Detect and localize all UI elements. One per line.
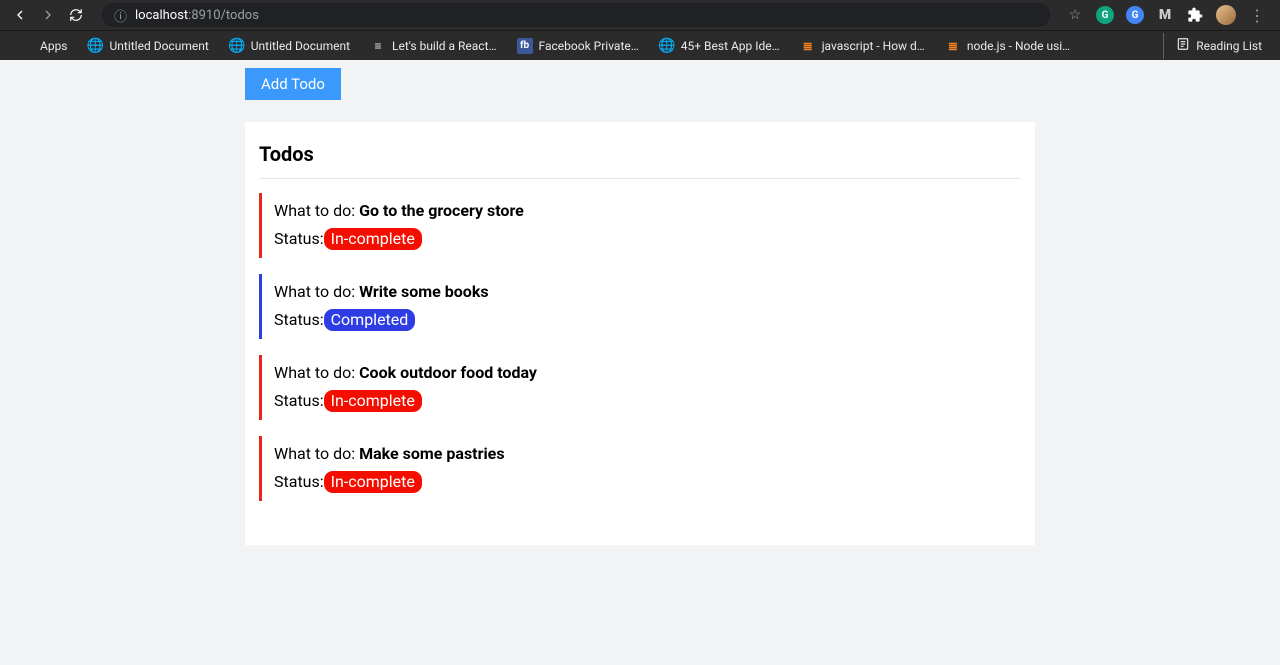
profile-avatar[interactable] (1216, 5, 1236, 25)
reading-list-icon (1176, 37, 1190, 55)
status-badge: In-complete (324, 471, 422, 493)
todo-status-label: Status: (274, 229, 324, 248)
todo-what-line: What to do: Go to the grocery store (274, 199, 1021, 220)
todos-card: Todos What to do: Go to the grocery stor… (245, 122, 1035, 545)
reload-button[interactable] (66, 5, 86, 25)
bookmark-item[interactable]: ≡ Let's build a React… (362, 34, 505, 58)
globe-icon: 🌐 (229, 38, 245, 54)
todo-title: Write some books (359, 282, 489, 301)
facebook-icon: fb (517, 38, 533, 54)
bookmarks-bar: Apps 🌐 Untitled Document 🌐 Untitled Docu… (0, 30, 1280, 60)
extension-gtranslate-icon[interactable]: G (1126, 6, 1144, 24)
bookmark-item[interactable]: 🌐 Untitled Document (221, 34, 358, 58)
page-content: Add Todo Todos What to do: Go to the gro… (0, 60, 1280, 575)
todo-item: What to do: Cook outdoor food today Statu… (259, 355, 1021, 420)
todo-what-line: What to do: Cook outdoor food today (274, 361, 1021, 382)
apps-icon (18, 38, 34, 54)
todo-item: What to do: Make some pastries Status:In-… (259, 436, 1021, 501)
todo-title: Go to the grocery store (359, 201, 524, 220)
todos-list: What to do: Go to the grocery store Statu… (259, 193, 1021, 501)
todo-what-label: What to do: (274, 201, 359, 220)
todo-item: What to do: Go to the grocery store Statu… (259, 193, 1021, 258)
todo-status-line: Status:In-complete (274, 228, 1021, 250)
todo-title: Make some pastries (359, 444, 504, 463)
forward-button[interactable] (38, 5, 58, 25)
apps-label: Apps (40, 39, 68, 53)
url-text: localhost:8910/todos (135, 8, 259, 23)
todo-status-label: Status: (274, 472, 324, 491)
chrome-menu-icon[interactable]: ⋮ (1248, 6, 1266, 24)
reading-list-button[interactable]: Reading List (1163, 33, 1270, 59)
status-badge: Completed (324, 309, 416, 331)
address-bar[interactable]: ⓘ localhost:8910/todos (102, 3, 1050, 27)
stackoverflow-icon: ≣ (945, 38, 961, 54)
todo-item: What to do: Write some books Status:Compl… (259, 274, 1021, 339)
globe-icon: 🌐 (88, 38, 104, 54)
status-badge: In-complete (324, 390, 422, 412)
todo-status-line: Status:In-complete (274, 471, 1021, 493)
bookmark-item[interactable]: fb Facebook Private… (509, 34, 647, 58)
extension-grammarly-icon[interactable]: G (1096, 6, 1114, 24)
bookmark-item[interactable]: 🌐 Untitled Document (80, 34, 217, 58)
todo-what-label: What to do: (274, 282, 359, 301)
globe-icon: 🌐 (659, 38, 675, 54)
extensions-icon[interactable] (1186, 6, 1204, 24)
back-button[interactable] (10, 5, 30, 25)
todos-heading: Todos (259, 142, 1021, 166)
todo-status-line: Status:Completed (274, 309, 1021, 331)
todo-title: Cook outdoor food today (359, 363, 537, 382)
bookmark-item[interactable]: ≣ javascript - How d… (792, 34, 933, 58)
link-icon: ≡ (370, 38, 386, 54)
bookmark-item[interactable]: ≣ node.js - Node usi… (937, 34, 1078, 58)
todo-what-line: What to do: Write some books (274, 280, 1021, 301)
divider (259, 178, 1021, 179)
apps-shortcut[interactable]: Apps (10, 34, 76, 58)
todo-status-label: Status: (274, 310, 324, 329)
extension-medium-icon[interactable]: M (1156, 6, 1174, 24)
stackoverflow-icon: ≣ (800, 38, 816, 54)
browser-toolbar: ⓘ localhost:8910/todos ☆ G G M ⋮ (0, 0, 1280, 30)
bookmark-star-icon[interactable]: ☆ (1066, 6, 1084, 24)
bookmark-item[interactable]: 🌐 45+ Best App Ide… (651, 34, 788, 58)
site-info-icon[interactable]: ⓘ (114, 6, 127, 25)
todo-status-line: Status:In-complete (274, 390, 1021, 412)
todo-what-label: What to do: (274, 363, 359, 382)
add-todo-button[interactable]: Add Todo (245, 68, 341, 100)
status-badge: In-complete (324, 228, 422, 250)
toolbar-right: ☆ G G M ⋮ (1066, 5, 1270, 25)
todo-status-label: Status: (274, 391, 324, 410)
todo-what-label: What to do: (274, 444, 359, 463)
todo-what-line: What to do: Make some pastries (274, 442, 1021, 463)
